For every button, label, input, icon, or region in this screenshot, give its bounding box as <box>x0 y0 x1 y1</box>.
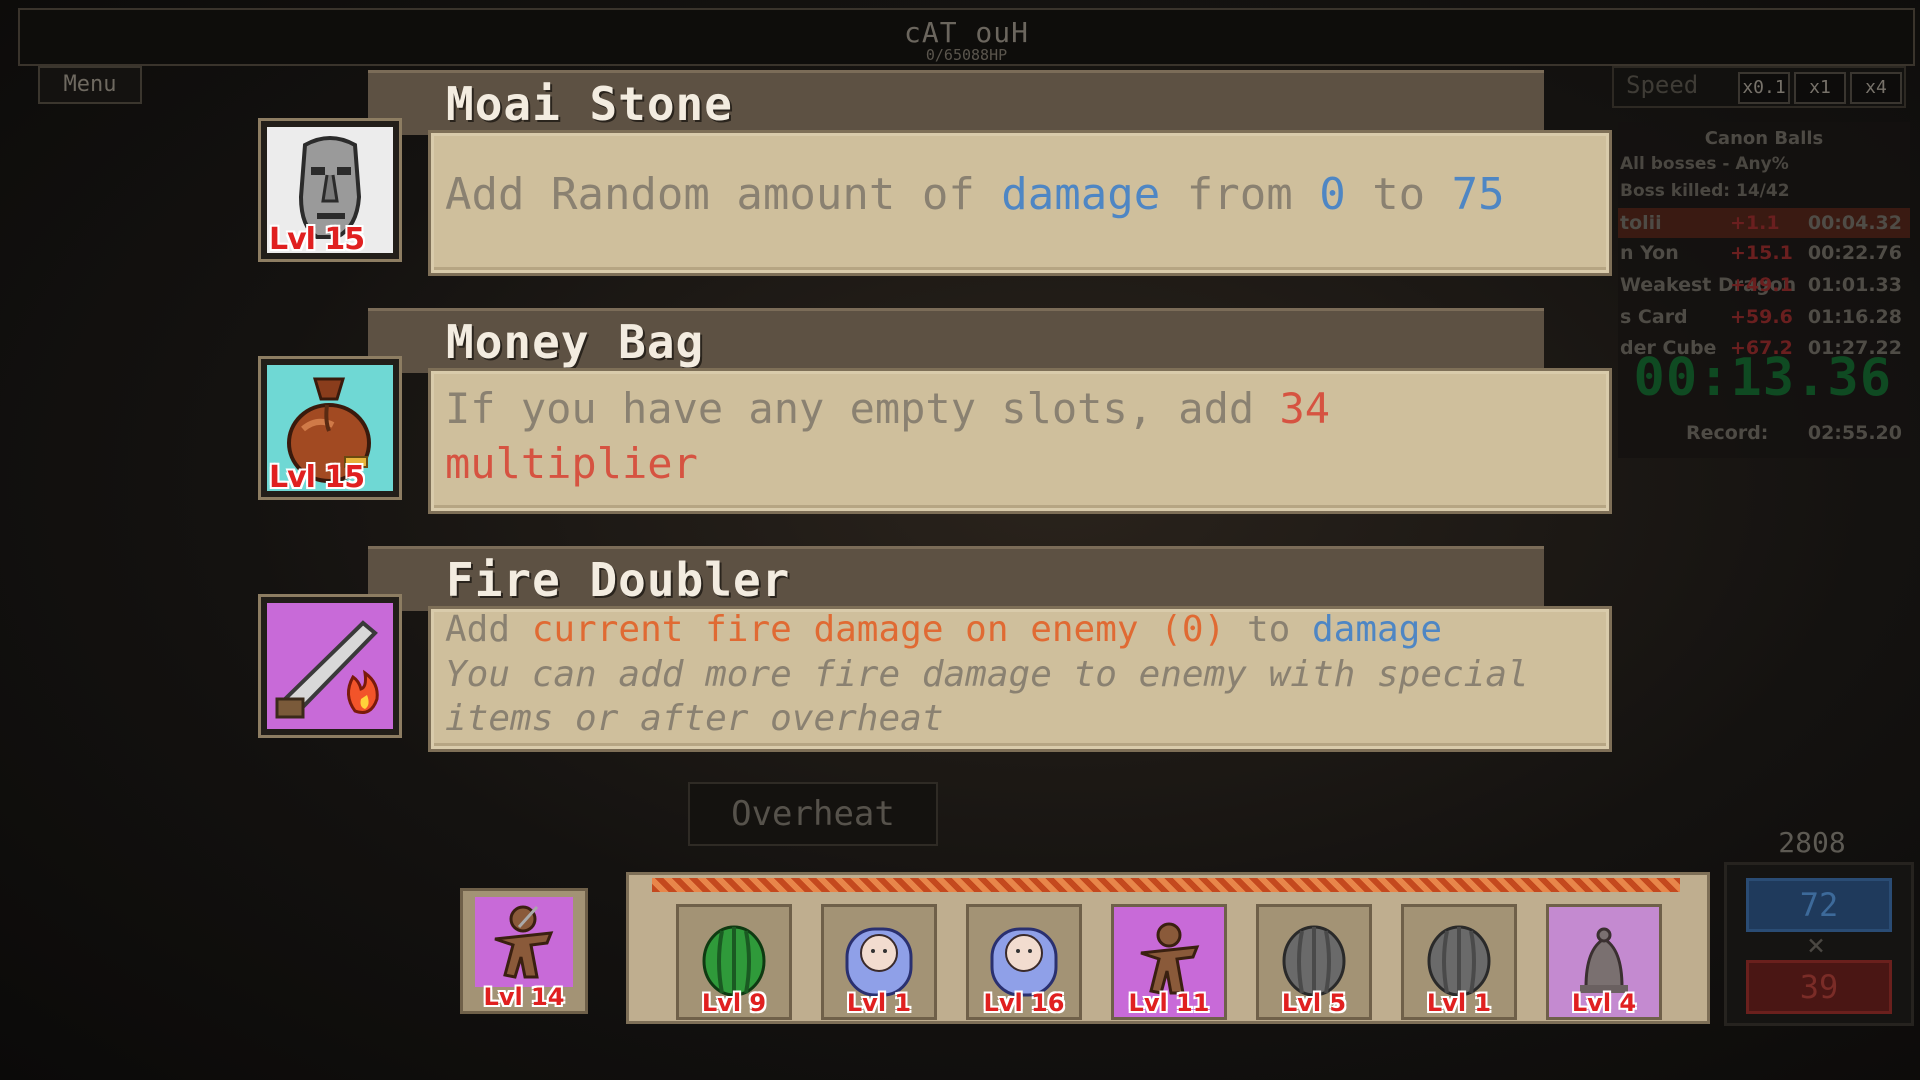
item-icon-frame[interactable]: Lvl 15 <box>258 356 402 500</box>
split-time: 01:01.33 <box>1807 274 1902 296</box>
speed-control: Speed x0.1 x1 x4 <box>1612 66 1906 108</box>
item-title: Money Bag <box>446 315 705 369</box>
item-description-box: Add current fire damage on enemy (0) to … <box>428 606 1612 752</box>
item-card-header: Money Bag <box>368 308 1544 373</box>
multiply-sign: × <box>1806 928 1826 963</box>
record-time: 02:55.20 <box>1807 422 1902 444</box>
item-card-header: Moai Stone <box>368 70 1544 135</box>
inventory-slot[interactable]: Lvl 1 <box>821 904 937 1020</box>
item-level: Lvl 1 <box>1426 989 1492 1017</box>
split-row: Weakest Dragon +49.1 01:01.33 <box>1618 270 1910 300</box>
splits-progress: Boss killed: 14/42 <box>1620 181 1790 201</box>
description-segment: 75 <box>1451 169 1505 220</box>
item-description-note: You can add more fire damage to enemy wi… <box>445 654 1529 739</box>
voodoo-doll-icon <box>475 897 573 987</box>
split-name: n Yon <box>1620 242 1679 264</box>
split-time: 01:16.28 <box>1807 306 1902 328</box>
item-level: Lvl 5 <box>1281 989 1347 1017</box>
splits-title: Canon Balls <box>1704 128 1824 149</box>
inventory-slot[interactable]: Lvl 16 <box>966 904 1082 1020</box>
speedrun-timer: 00:13.36 <box>1633 348 1892 408</box>
item-description: If you have any empty slots, add 34 mult… <box>445 381 1595 491</box>
item-icon-frame[interactable] <box>258 594 402 738</box>
item-level: Lvl 15 <box>269 460 365 495</box>
item-title: Fire Doubler <box>446 553 791 607</box>
description-segment: damage <box>1311 609 1443 650</box>
speed-label: Speed <box>1626 71 1699 99</box>
split-time: 00:22.76 <box>1807 242 1902 264</box>
item-level: Lvl 14 <box>483 983 565 1011</box>
split-delta: +1.1 <box>1730 212 1780 234</box>
item-level: Lvl 1 <box>846 989 912 1017</box>
inventory-slot[interactable]: Lvl 11 <box>1111 904 1227 1020</box>
split-time: 00:04.32 <box>1807 212 1902 234</box>
item-card-header: Fire Doubler <box>368 546 1544 611</box>
record-label: Record: <box>1686 422 1769 444</box>
speed-x4-button[interactable]: x4 <box>1850 72 1902 104</box>
multiplier-value: 39 <box>1746 960 1892 1014</box>
description-segment: damage <box>1001 169 1161 220</box>
split-row: s Card +59.6 01:16.28 <box>1618 302 1910 332</box>
inventory-slot[interactable]: Lvl 5 <box>1256 904 1372 1020</box>
split-delta: +49.1 <box>1730 274 1793 296</box>
speed-x1-button[interactable]: x1 <box>1794 72 1846 104</box>
inventory-slot[interactable]: Lvl 4 <box>1546 904 1662 1020</box>
split-name: s Card <box>1620 306 1688 328</box>
item-description-box: If you have any empty slots, add 34 mult… <box>428 368 1612 514</box>
description-segment: to <box>1345 169 1452 220</box>
item-description-box: Add Random amount of damage from 0 to 75 <box>428 130 1612 276</box>
split-delta: +59.6 <box>1730 306 1793 328</box>
boss-health-bar: cAT ouH 0/65088HP <box>18 8 1915 66</box>
boss-hp: 0/65088HP <box>925 46 1008 64</box>
inventory-slot[interactable]: Lvl 1 <box>1401 904 1517 1020</box>
speed-x0-1-button[interactable]: x0.1 <box>1738 72 1790 104</box>
splits-category: All bosses - Any% <box>1620 154 1789 174</box>
item-level: Lvl 15 <box>269 222 365 257</box>
inventory-slot[interactable]: Lvl 9 <box>676 904 792 1020</box>
item-description: Add current fire damage on enemy (0) to … <box>445 609 1595 650</box>
item-level: Lvl 9 <box>701 989 767 1017</box>
boss-name: cAT ouH <box>903 16 1029 49</box>
split-row: tolii +1.1 00:04.32 <box>1618 208 1910 238</box>
item-level: Lvl 16 <box>983 989 1065 1017</box>
total-score: 2808 <box>1778 826 1846 859</box>
flamethrower-icon <box>267 603 393 729</box>
split-row: n Yon +15.1 00:22.76 <box>1618 238 1910 268</box>
held-item-slot[interactable]: Lvl 14 <box>460 888 588 1014</box>
speedrun-splits-panel: Canon Balls All bosses - Any% Boss kille… <box>1618 122 1910 458</box>
item-icon-frame[interactable]: Lvl 15 <box>258 118 402 262</box>
item-title: Moai Stone <box>446 77 733 131</box>
description-segment: from <box>1160 169 1320 220</box>
description-segment: to <box>1225 609 1312 650</box>
description-segment: Add Random amount of <box>445 169 1002 220</box>
menu-button[interactable]: Menu <box>38 66 142 104</box>
split-name: tolii <box>1620 212 1662 234</box>
description-segment: current fire damage on enemy (0) <box>531 609 1226 650</box>
heat-gauge <box>652 878 1680 892</box>
item-level: Lvl 4 <box>1571 989 1637 1017</box>
description-segment: 0 <box>1319 169 1346 220</box>
item-level: Lvl 11 <box>1128 989 1210 1017</box>
damage-value: 72 <box>1746 878 1892 932</box>
split-delta: +15.1 <box>1730 242 1793 264</box>
description-segment: If you have any empty slots, add <box>445 384 1280 433</box>
overheat-button[interactable]: Overheat <box>688 782 938 846</box>
item-description: Add Random amount of damage from 0 to 75 <box>445 169 1595 220</box>
description-segment: Add <box>445 609 532 650</box>
